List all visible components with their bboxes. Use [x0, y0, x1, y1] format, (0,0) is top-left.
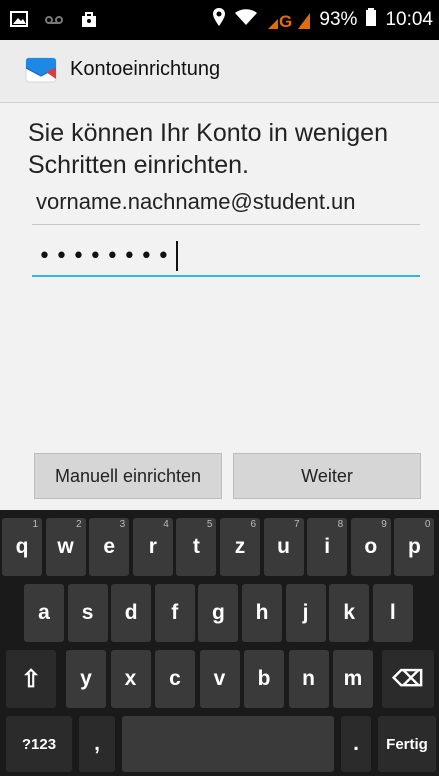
manual-setup-button[interactable]: Manuell einrichten	[34, 453, 222, 499]
key-label: z	[234, 535, 246, 558]
key-g[interactable]: g	[198, 584, 239, 642]
backspace-icon: ⌫	[392, 666, 424, 691]
email-field[interactable]: vorname.nachname@student.un	[32, 189, 420, 225]
key-number-hint: 6	[250, 519, 256, 530]
system-indicators: G 93% 10:04	[212, 7, 433, 33]
key-x[interactable]: x	[110, 650, 151, 708]
key-o[interactable]: o9	[350, 518, 391, 576]
done-key[interactable]: Fertig	[378, 716, 436, 772]
key-number-hint: 8	[337, 519, 344, 530]
clock: 10:04	[385, 9, 433, 30]
key-label: q	[15, 535, 29, 558]
password-field[interactable]: ••••••••	[32, 237, 420, 277]
key-i[interactable]: i8	[307, 518, 348, 576]
key-u[interactable]: u7	[263, 518, 304, 576]
key-v[interactable]: v	[199, 650, 240, 708]
battery-icon	[365, 7, 377, 33]
key-a[interactable]: a	[24, 584, 64, 642]
key-number-hint: 5	[206, 519, 213, 530]
key-number-hint: 0	[424, 519, 431, 530]
key-r[interactable]: r4	[132, 518, 173, 576]
next-button[interactable]: Weiter	[233, 453, 421, 499]
key-h[interactable]: h	[242, 584, 282, 642]
key-number-hint: 4	[163, 519, 169, 530]
key-c[interactable]: c	[155, 650, 195, 708]
password-mask: ••••••••	[38, 243, 174, 269]
key-y[interactable]: y	[66, 650, 106, 708]
shopping-bag-notification-icon	[80, 10, 98, 32]
key-s[interactable]: s	[67, 584, 108, 642]
shift-icon: ⇧	[20, 665, 42, 693]
key-number-hint: 1	[32, 519, 38, 530]
key-t[interactable]: t5	[176, 518, 217, 576]
soft-keyboard: q1w2e3r4t5z6u7i8o9p0 asdfghjkl yxcvbnm ⇧…	[0, 510, 439, 776]
battery-percent: 93%	[319, 9, 358, 30]
key-label: w	[57, 535, 74, 558]
key-number-hint: 7	[294, 519, 300, 530]
key-label: e	[103, 535, 116, 558]
key-number-hint: 3	[119, 519, 126, 530]
key-e[interactable]: e3	[89, 518, 130, 576]
period-key[interactable]: .	[341, 716, 371, 772]
image-notification-icon	[10, 11, 28, 31]
key-number-hint: 2	[76, 519, 82, 530]
key-label: t	[192, 535, 200, 558]
symbols-key[interactable]: ?123	[6, 716, 72, 772]
key-label: i	[324, 535, 331, 558]
shift-key[interactable]: ⇧	[6, 650, 56, 708]
page-title: Kontoeinrichtung	[70, 58, 221, 80]
key-b[interactable]: b	[244, 650, 284, 708]
comma-key[interactable]: ,	[79, 716, 115, 772]
space-key[interactable]	[122, 716, 334, 772]
key-j[interactable]: j	[285, 584, 326, 642]
status-bar: G 93% 10:04	[0, 0, 439, 40]
key-m[interactable]: m	[333, 650, 373, 708]
signal-icon: G	[266, 10, 311, 30]
backspace-key[interactable]: ⌫	[382, 650, 434, 708]
voicemail-notification-icon	[44, 12, 64, 31]
notification-icons	[10, 10, 98, 32]
setup-instructions: Sie können Ihr Konto in wenigen Schritte…	[28, 119, 388, 179]
account-setup-form: Sie können Ihr Konto in wenigen Schritte…	[0, 103, 439, 443]
text-cursor	[175, 241, 178, 271]
key-number-hint: 9	[381, 519, 387, 530]
wifi-icon	[234, 8, 258, 32]
key-label: r	[148, 535, 157, 558]
key-n[interactable]: n	[288, 650, 329, 708]
key-label: p	[407, 535, 421, 558]
location-icon	[212, 7, 226, 33]
key-q[interactable]: q1	[2, 518, 42, 576]
network-type-label: G	[279, 12, 292, 30]
key-f[interactable]: f	[154, 584, 195, 642]
key-k[interactable]: k	[329, 584, 370, 642]
key-d[interactable]: d	[111, 584, 152, 642]
key-w[interactable]: w2	[45, 518, 86, 576]
key-p[interactable]: p0	[394, 518, 435, 576]
key-l[interactable]: l	[372, 584, 413, 642]
key-label: o	[364, 535, 378, 558]
key-z[interactable]: z6	[220, 518, 260, 576]
key-label: u	[277, 535, 290, 558]
email-app-icon	[24, 52, 58, 86]
action-bar: Kontoeinrichtung	[0, 40, 439, 103]
